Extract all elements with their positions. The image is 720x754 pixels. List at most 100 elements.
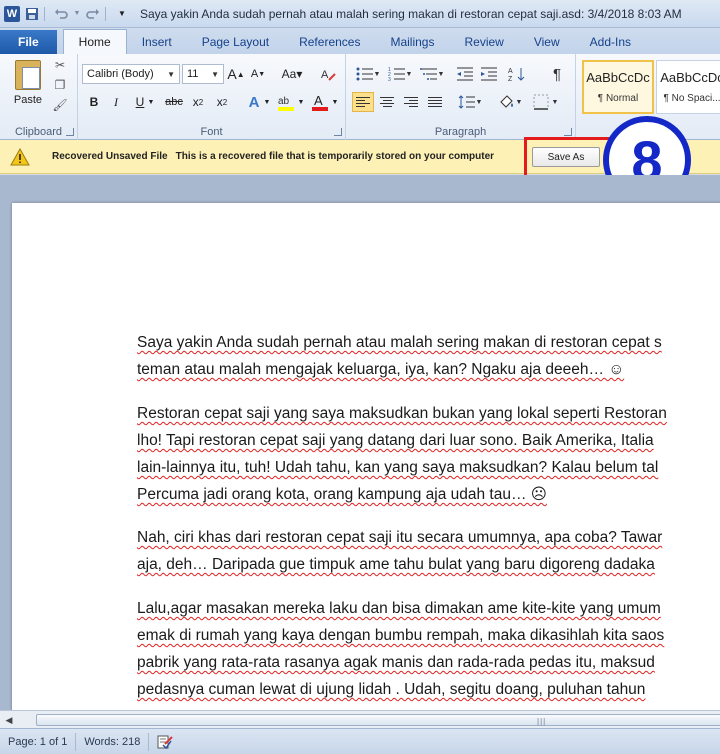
align-left-button[interactable] <box>352 92 374 112</box>
title-bar: W ▼ ▼ Saya yakin Anda sudah pernah atau … <box>0 0 720 28</box>
increase-indent-icon[interactable] <box>478 64 500 84</box>
toolbar-separator <box>44 6 45 21</box>
tab-view[interactable]: View <box>519 30 575 54</box>
cut-icon[interactable]: ✂ <box>52 58 68 74</box>
paste-icon <box>15 60 41 90</box>
strikethrough-button[interactable]: abc <box>162 92 186 112</box>
text-line: emak di rumah yang kaya dengan bumbu rem… <box>137 627 665 644</box>
svg-text:A: A <box>508 68 513 75</box>
tab-review[interactable]: Review <box>449 30 518 54</box>
subscript-button[interactable]: x2 <box>188 92 208 112</box>
tab-mailings[interactable]: Mailings <box>375 30 449 54</box>
bold-button[interactable]: B <box>84 92 104 112</box>
text-line: lho! Tapi restoran cepat saji yang datan… <box>137 432 654 449</box>
bullets-dropdown-icon[interactable]: ▼ <box>372 64 382 84</box>
text-line: Percuma jadi orang kota, orang kampung a… <box>137 486 547 503</box>
scrollbar-thumb[interactable]: ||| <box>36 714 720 726</box>
document-page[interactable]: Saya yakin Anda sudah pernah atau malah … <box>12 203 720 710</box>
tab-insert[interactable]: Insert <box>127 30 187 54</box>
format-painter-icon[interactable]: 🖌 <box>52 98 68 114</box>
word-app-icon[interactable]: W <box>4 5 20 22</box>
align-center-button[interactable] <box>376 92 398 112</box>
redo-icon[interactable] <box>85 6 101 22</box>
warning-icon <box>10 147 30 166</box>
style-name: ¶ Normal <box>597 93 639 104</box>
justify-button[interactable] <box>424 92 446 112</box>
tab-add-ins[interactable]: Add-Ins <box>575 30 646 54</box>
tab-file[interactable]: File <box>0 30 57 54</box>
text-line: lain-lainnya itu, tuh! Udah tahu, kan ya… <box>137 459 659 476</box>
style-normal[interactable]: AaBbCcDc ¶ Normal <box>582 60 654 114</box>
scroll-left-icon[interactable]: ◀ <box>2 713 16 727</box>
align-right-button[interactable] <box>400 92 422 112</box>
multilevel-dropdown-icon[interactable]: ▼ <box>436 64 446 84</box>
clipboard-launcher-icon[interactable] <box>66 128 74 136</box>
shading-dropdown-icon[interactable]: ▼ <box>514 92 524 112</box>
highlight-dropdown-icon[interactable]: ▼ <box>296 92 306 112</box>
borders-dropdown-icon[interactable]: ▼ <box>550 92 560 112</box>
text-line: Saya yakin Anda sudah pernah atau malah … <box>137 334 662 351</box>
line-spacing-dropdown-icon[interactable]: ▼ <box>474 92 484 112</box>
style-no-spacing[interactable]: AaBbCcDc ¶ No Spaci... <box>656 60 720 114</box>
recovered-file-message: This is a recovered file that is tempora… <box>175 151 495 162</box>
sort-icon[interactable]: AZ <box>506 64 528 84</box>
tab-home[interactable]: Home <box>62 29 127 54</box>
style-sample: AaBbCcDc <box>660 70 720 85</box>
horizontal-scrollbar[interactable]: ◀ ||| <box>0 710 720 728</box>
text-line: teman atau malah mengajak keluarga, iya,… <box>137 361 625 378</box>
svg-text:A: A <box>321 69 329 81</box>
toolbar-separator <box>105 6 106 21</box>
paragraph-launcher-icon[interactable] <box>564 128 572 136</box>
italic-button[interactable]: I <box>106 92 126 112</box>
recovered-file-title: Recovered Unsaved File <box>52 151 168 162</box>
status-bar: Page: 1 of 1 Words: 218 <box>0 728 720 754</box>
svg-text:3: 3 <box>388 77 391 82</box>
numbering-dropdown-icon[interactable]: ▼ <box>404 64 414 84</box>
style-name: ¶ No Spaci... <box>663 93 720 104</box>
proofing-icon[interactable] <box>157 735 174 749</box>
change-case-icon[interactable]: Aa▾ <box>278 64 306 84</box>
paragraph-group: ▼ 123 ▼ ▼ AZ ¶ ▼ ▼ ▼ Paragraph <box>346 54 576 140</box>
customize-toolbar-icon[interactable]: ▼ <box>114 6 130 22</box>
decrease-indent-icon[interactable] <box>454 64 476 84</box>
shrink-font-icon[interactable]: A ▼ <box>248 64 268 84</box>
save-as-button[interactable]: Save As <box>532 147 600 167</box>
word-count[interactable]: Words: 218 <box>76 732 150 751</box>
undo-icon[interactable] <box>53 6 69 22</box>
tab-references[interactable]: References <box>284 30 375 54</box>
font-size-dropdown[interactable]: 11 ▼ <box>182 64 224 84</box>
paragraph-2: Restoran cepat saji yang saya maksudkan … <box>137 400 720 508</box>
clear-formatting-icon[interactable]: A <box>318 64 338 84</box>
copy-icon[interactable]: ❐ <box>52 78 68 94</box>
font-size-value: 11 <box>187 68 199 80</box>
text-effects-icon[interactable]: A <box>244 92 264 112</box>
underline-dropdown-icon[interactable]: ▼ <box>146 92 156 112</box>
text-line: Lalu,agar masakan mereka laku dan bisa d… <box>137 600 661 617</box>
tab-page-layout[interactable]: Page Layout <box>187 30 284 54</box>
text-effects-dropdown-icon[interactable]: ▼ <box>262 92 272 112</box>
paragraph-3: Nah, ciri khas dari restoran cepat saji … <box>137 524 720 578</box>
font-name-dropdown[interactable]: Calibri (Body) ▼ <box>82 64 180 84</box>
paste-button[interactable]: Paste <box>8 58 48 116</box>
font-color-icon[interactable]: A <box>310 92 330 112</box>
save-icon[interactable] <box>24 6 40 22</box>
font-color-dropdown-icon[interactable]: ▼ <box>330 92 340 112</box>
grip-icon: ||| <box>537 717 547 726</box>
undo-dropdown-icon[interactable]: ▼ <box>73 6 81 22</box>
window-title: Saya yakin Anda sudah pernah atau malah … <box>140 6 682 21</box>
highlight-icon[interactable]: ab <box>276 92 296 112</box>
font-group: Calibri (Body) ▼ 11 ▼ A ▲ A ▼ Aa▾ A B I U ▼ … <box>78 54 346 140</box>
superscript-button[interactable]: x2 <box>212 92 232 112</box>
clipboard-group: Paste ✂ ❐ 🖌 Clipboard <box>0 54 78 140</box>
svg-text:ab: ab <box>278 96 290 107</box>
style-sample: AaBbCcDc <box>586 70 650 85</box>
font-launcher-icon[interactable] <box>334 128 342 136</box>
text-line: Nah, ciri khas dari restoran cepat saji … <box>137 529 663 546</box>
borders-icon[interactable] <box>530 92 552 112</box>
show-formatting-marks-icon[interactable]: ¶ <box>546 64 568 84</box>
paragraph-1: Saya yakin Anda sudah pernah atau malah … <box>137 329 720 383</box>
paragraph-4: Lalu,agar masakan mereka laku dan bisa d… <box>137 595 720 703</box>
document-area: Saya yakin Anda sudah pernah atau malah … <box>0 175 720 710</box>
page-count[interactable]: Page: 1 of 1 <box>0 732 77 751</box>
grow-font-icon[interactable]: A ▲ <box>226 64 246 84</box>
